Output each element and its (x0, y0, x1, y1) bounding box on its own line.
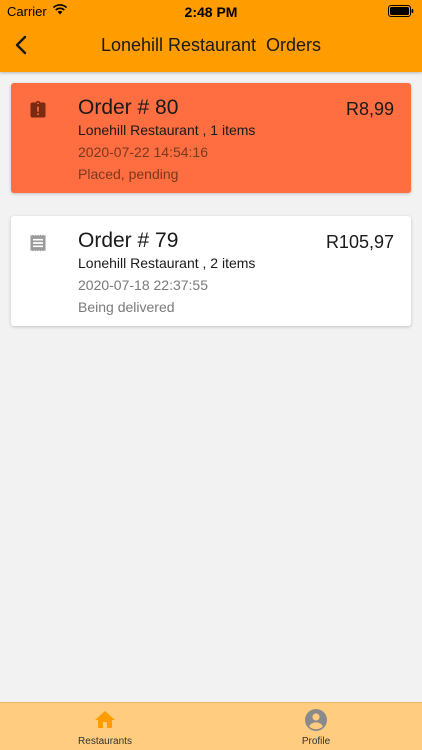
receipt-icon (30, 234, 46, 252)
app-header: Carrier 2:48 PM Lonehill Restaurant Orde… (0, 0, 422, 72)
order-title: Order # 80 (78, 96, 179, 119)
clipboard-alert-icon (30, 100, 46, 118)
order-price: R8,99 (345, 99, 394, 119)
tab-restaurants[interactable]: Restaurants (65, 703, 145, 750)
order-date: 2020-07-22 14:54:16 (78, 144, 208, 160)
tab-label: Profile (301, 736, 331, 747)
tab-profile[interactable]: Profile (276, 703, 356, 750)
order-status: Placed, pending (78, 166, 179, 182)
status-bar: Carrier 2:48 PM (0, 0, 422, 22)
status-time: 2:48 PM (184, 4, 238, 20)
account-circle-icon (305, 709, 327, 731)
bottom-tab-bar: Restaurants Profile (0, 702, 422, 750)
home-icon (95, 711, 115, 728)
order-title: Order # 79 (78, 229, 179, 252)
order-date: 2020-07-18 22:37:55 (78, 277, 208, 293)
battery-icon (388, 5, 414, 17)
order-restaurant-items: Lonehill Restaurant , 2 items (78, 255, 256, 271)
order-card-79[interactable]: Order # 79 R105,97 Lonehill Restaurant ,… (11, 216, 411, 326)
order-restaurant-items: Lonehill Restaurant , 1 items (78, 122, 256, 138)
tab-label: Restaurants (78, 736, 132, 747)
order-price: R105,97 (325, 232, 394, 252)
page-title: Lonehill Restaurant Orders (100, 35, 322, 55)
order-card-80[interactable]: Order # 80 R8,99 Lonehill Restaurant , 1… (11, 83, 411, 193)
order-status: Being delivered (78, 299, 175, 315)
